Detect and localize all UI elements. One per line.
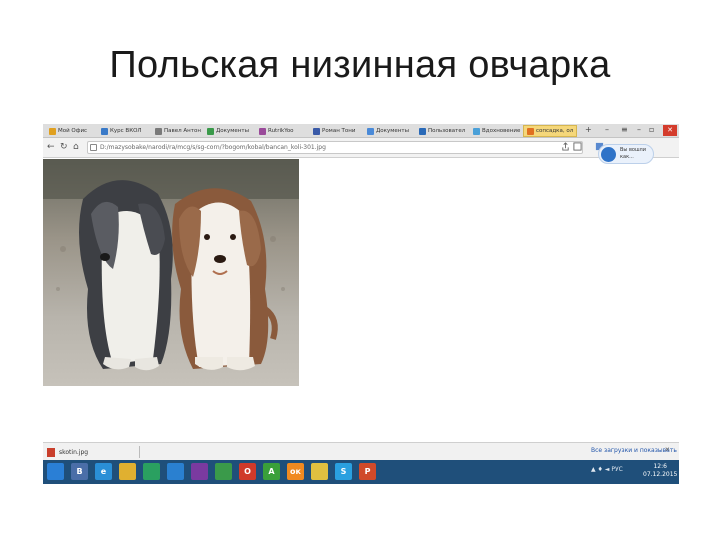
show-all-downloads-link[interactable]: Все загрузки и показывать — [591, 447, 677, 454]
antivirus-icon[interactable]: A — [263, 463, 280, 480]
divider — [139, 446, 140, 458]
bookmark-icon — [473, 127, 480, 135]
store-icon[interactable] — [143, 463, 160, 480]
bookmark-item[interactable]: Пользовател — [419, 126, 465, 136]
minimize-icon[interactable]: – — [605, 125, 609, 134]
chrome-icon[interactable] — [215, 463, 232, 480]
bookmark-icon — [419, 127, 426, 135]
bookmark-item[interactable]: Мой Офис — [49, 126, 87, 136]
url-input[interactable]: D:/mazysobake/narodi/ra/mcg/s/sg-corn/?b… — [87, 141, 583, 154]
back-arrow-icon[interactable]: ← — [47, 142, 55, 152]
maximize-icon[interactable]: ▫ — [649, 125, 654, 134]
file-explorer-icon[interactable] — [119, 463, 136, 480]
bookmark-item[interactable]: Документы — [367, 126, 409, 136]
internet-explorer-icon[interactable]: e — [95, 463, 112, 480]
dropbox-icon[interactable] — [167, 463, 184, 480]
dog-photo — [43, 159, 299, 386]
bookmark-item[interactable]: Курс ВКОЛ — [101, 126, 142, 136]
clock[interactable]: 12:6 07.12.2015 — [643, 463, 677, 479]
home-icon[interactable]: ⌂ — [73, 142, 79, 152]
menu-icon[interactable]: ≡ — [621, 125, 628, 134]
media-icon[interactable] — [191, 463, 208, 480]
bookmark-item[interactable]: Документы — [207, 126, 249, 136]
bookmark-icon — [259, 127, 266, 135]
odnoklassniki-icon[interactable]: ок — [287, 463, 304, 480]
reload-icon[interactable]: ↻ — [60, 142, 68, 152]
url-text: D:/mazysobake/narodi/ra/mcg/s/sg-corn/?b… — [100, 144, 326, 151]
bookmark-icon — [313, 127, 320, 135]
system-tray[interactable]: ▲ ♦ ◄ РУС — [591, 466, 623, 473]
new-tab-icon[interactable]: + — [585, 125, 592, 134]
downloads-bar: skotin.jpg Все загрузки и показывать × — [43, 442, 679, 460]
taskbar: B e O A ок S P ▲ ♦ ◄ РУС 12:6 07.12.2015 — [43, 460, 679, 484]
bookmark-icon — [101, 127, 108, 135]
bookmark-item[interactable]: RutrikYoo — [259, 126, 294, 136]
address-bar: ← ↻ ⌂ D:/mazysobake/narodi/ra/mcg/s/sg-c… — [43, 138, 679, 158]
photos-icon[interactable] — [311, 463, 328, 480]
vk-icon[interactable]: B — [71, 463, 88, 480]
bookmark-item-active[interactable]: сопсадка, ол — [523, 125, 578, 137]
skype-icon[interactable]: S — [335, 463, 352, 480]
bookmark-icon — [155, 127, 162, 135]
bookmark-icon — [367, 127, 374, 135]
bookmark-icon — [527, 127, 534, 135]
bookmark-star-icon[interactable] — [573, 142, 582, 151]
close-icon[interactable]: ✕ — [663, 125, 677, 136]
bookmark-icon — [49, 127, 56, 135]
browser-screenshot: Мой Офис Курс ВКОЛ Павел Антон Документы… — [43, 124, 679, 484]
page-icon — [90, 144, 97, 151]
bookmark-item[interactable]: Вдохновение — [473, 126, 520, 136]
bookmarks-bar: Мой Офис Курс ВКОЛ Павел Антон Документы… — [43, 124, 679, 138]
close-downloads-icon[interactable]: × — [665, 445, 670, 454]
windows-start-icon[interactable] — [47, 463, 64, 480]
minimize-window-icon[interactable]: – — [637, 125, 641, 134]
share-icon[interactable] — [561, 142, 570, 151]
account-text: Вы вошли как... — [620, 147, 646, 160]
avatar — [601, 147, 616, 162]
opera-icon[interactable]: O — [239, 463, 256, 480]
bookmark-icon — [207, 127, 214, 135]
bookmark-item[interactable]: Роман Тони — [313, 126, 355, 136]
slide-title: Польская низинная овчарка — [109, 44, 611, 86]
powerpoint-icon[interactable]: P — [359, 463, 376, 480]
file-icon — [47, 447, 55, 457]
download-item[interactable]: skotin.jpg — [47, 446, 137, 458]
bookmark-item[interactable]: Павел Антон — [155, 126, 201, 136]
account-popup[interactable]: Вы вошли как... — [598, 144, 654, 164]
